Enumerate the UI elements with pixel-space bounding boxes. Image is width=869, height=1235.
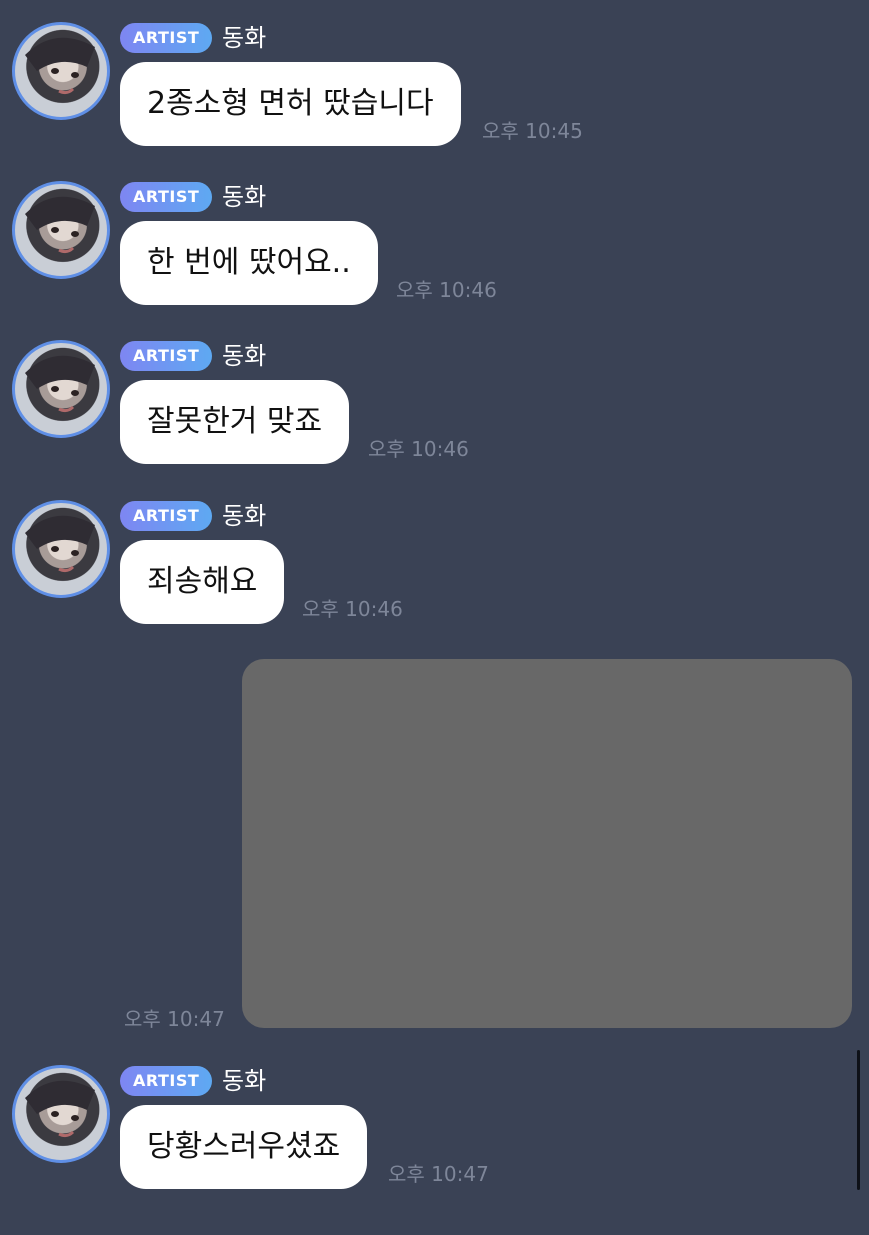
message-bubble[interactable]: 죄송해요 [120, 540, 285, 624]
artist-badge: ARTIST [120, 341, 213, 371]
message-timestamp: 오후 10:46 [396, 278, 497, 302]
message-row: ARTIST 동화 한 번에 땄어요.. 오후 10:46 [0, 181, 869, 351]
sender-name: 동화 [222, 183, 267, 211]
message-bubble[interactable]: 한 번에 땄어요.. [120, 221, 378, 305]
message-bubble[interactable]: 잘못한거 맞죠 [120, 380, 350, 464]
avatar-photo-icon [25, 355, 95, 413]
artist-badge: ARTIST [120, 23, 213, 53]
photo-message[interactable] [242, 659, 852, 1028]
message-row: ARTIST 동화 잘못한거 맞죠 오후 10:46 [0, 340, 869, 510]
avatar-photo-icon [25, 1080, 95, 1138]
artist-badge: ARTIST [120, 501, 213, 531]
message-timestamp: 오후 10:46 [368, 437, 469, 461]
artist-avatar[interactable] [12, 1065, 110, 1163]
sender-name: 동화 [222, 502, 267, 530]
artist-avatar[interactable] [12, 22, 110, 120]
sender-name: 동화 [222, 24, 267, 52]
artist-avatar[interactable] [12, 340, 110, 438]
artist-badge: ARTIST [120, 1066, 213, 1096]
message-row: ARTIST 동화 당황스러우셨죠 오후 10:47 [0, 1065, 869, 1235]
message-row: ARTIST 동화 2종소형 면허 땄습니다 오후 10:45 [0, 22, 869, 192]
artist-avatar[interactable] [12, 500, 110, 598]
message-timestamp: 오후 10:45 [482, 119, 583, 143]
artist-badge: ARTIST [120, 182, 213, 212]
message-row: ARTIST 동화 죄송해요 오후 10:46 [0, 500, 869, 670]
avatar-photo-icon [25, 196, 95, 254]
avatar-photo-icon [25, 515, 95, 573]
avatar-photo-icon [25, 37, 95, 95]
message-bubble[interactable]: 당황스러우셨죠 [120, 1105, 368, 1189]
sender-name: 동화 [222, 342, 267, 370]
message-timestamp: 오후 10:47 [388, 1162, 489, 1186]
sender-name: 동화 [222, 1067, 267, 1095]
photo-timestamp: 오후 10:47 [124, 1007, 225, 1031]
message-timestamp: 오후 10:46 [302, 597, 403, 621]
scrollbar[interactable] [857, 1050, 860, 1190]
message-bubble[interactable]: 2종소형 면허 땄습니다 [120, 62, 461, 146]
artist-avatar[interactable] [12, 181, 110, 279]
